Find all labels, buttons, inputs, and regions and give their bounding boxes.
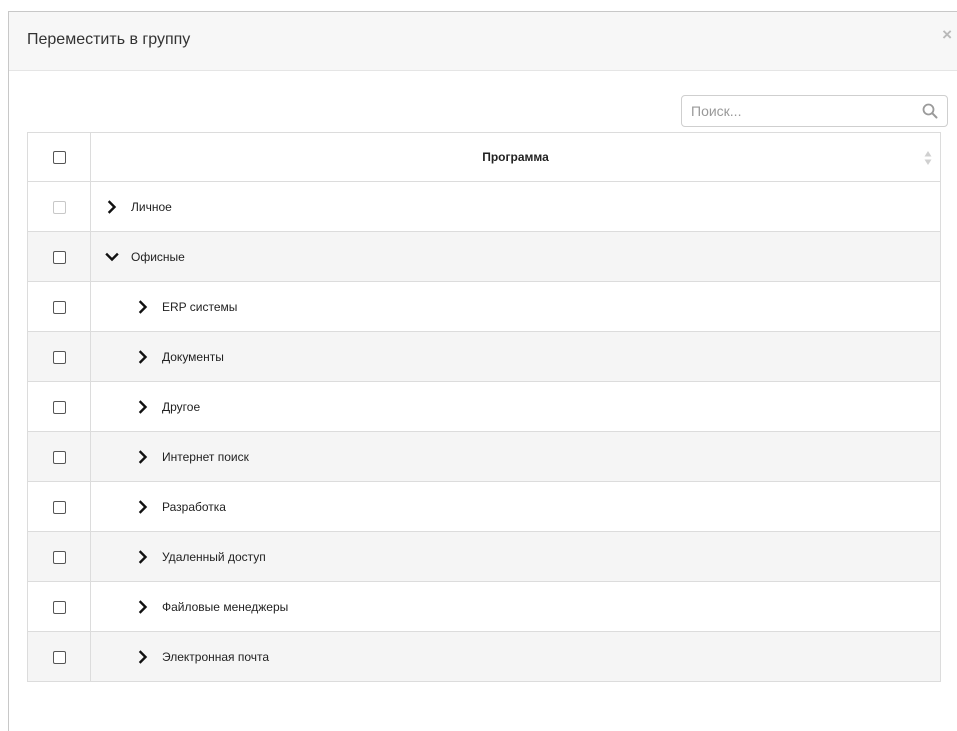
row-checkbox-cell [27, 631, 91, 682]
tree-node-label: Документы [162, 349, 224, 364]
table-row[interactable]: Другое [27, 381, 941, 432]
table-row[interactable]: Удаленный доступ [27, 531, 941, 582]
row-name-cell: Файловые менеджеры [90, 581, 941, 632]
row-checkbox[interactable] [52, 250, 66, 264]
row-checkbox [52, 200, 66, 214]
row-checkbox-cell [27, 231, 91, 282]
tree-node-label: Удаленный доступ [162, 549, 266, 564]
select-all-checkbox[interactable] [52, 151, 66, 165]
row-checkbox[interactable] [52, 400, 66, 414]
select-all-cell [27, 132, 91, 182]
tree-node-label: Электронная почта [162, 649, 270, 664]
row-name-cell: Электронная почта [90, 631, 941, 682]
chevron-right-icon[interactable] [136, 399, 150, 414]
row-checkbox-cell [27, 281, 91, 332]
tree-node: Другое [91, 383, 940, 431]
table-row[interactable]: Разработка [27, 481, 941, 532]
table-row[interactable]: Личное [27, 181, 941, 232]
tree-node-label: Файловые менеджеры [162, 599, 289, 614]
row-checkbox-cell [27, 531, 91, 582]
table-header-row: Программа [27, 132, 941, 182]
row-name-cell: Удаленный доступ [90, 531, 941, 582]
row-name-cell: Личное [90, 181, 941, 232]
close-button[interactable]: × [942, 25, 952, 45]
sort-icon[interactable] [924, 150, 932, 166]
row-name-cell: Офисные [90, 231, 941, 282]
tree-node: Документы [91, 333, 940, 381]
tree-node: Личное [91, 183, 940, 231]
chevron-right-icon[interactable] [136, 549, 150, 564]
search-box [681, 95, 948, 127]
row-checkbox-cell [27, 431, 91, 482]
chevron-right-icon[interactable] [136, 599, 150, 614]
chevron-down-icon[interactable] [105, 250, 119, 264]
search-input[interactable] [682, 96, 921, 126]
tree-node: Интернет поиск [91, 433, 940, 481]
programs-table: Программа Личное Офисные ERP системы Докуме… [27, 132, 941, 682]
row-checkbox-cell [27, 381, 91, 432]
chevron-right-icon[interactable] [136, 449, 150, 464]
chevron-right-icon[interactable] [136, 299, 150, 314]
table-row[interactable]: Электронная почта [27, 631, 941, 682]
table-row[interactable]: ERP системы [27, 281, 941, 332]
row-name-cell: Документы [90, 331, 941, 382]
chevron-right-icon[interactable] [105, 199, 119, 214]
tree-node: Файловые менеджеры [91, 583, 940, 631]
tree-node: ERP системы [91, 283, 940, 331]
row-name-cell: ERP системы [90, 281, 941, 332]
row-checkbox[interactable] [52, 450, 66, 464]
table-row[interactable]: Документы [27, 331, 941, 382]
tree-node-label: ERP системы [162, 299, 238, 314]
row-checkbox-cell [27, 331, 91, 382]
dialog-title: Переместить в группу [27, 31, 191, 48]
search-icon[interactable] [922, 103, 938, 119]
tree-node: Разработка [91, 483, 940, 531]
row-checkbox[interactable] [52, 600, 66, 614]
row-checkbox[interactable] [52, 300, 66, 314]
tree-node-label: Личное [131, 199, 172, 214]
tree-node-label: Интернет поиск [162, 449, 249, 464]
row-checkbox[interactable] [52, 500, 66, 514]
table-row[interactable]: Офисные [27, 231, 941, 282]
row-checkbox[interactable] [52, 550, 66, 564]
row-checkbox-cell [27, 581, 91, 632]
chevron-right-icon[interactable] [136, 499, 150, 514]
tree-node: Электронная почта [91, 633, 940, 681]
row-checkbox-cell [27, 181, 91, 232]
table-row[interactable]: Файловые менеджеры [27, 581, 941, 632]
row-name-cell: Другое [90, 381, 941, 432]
tree-node-label: Разработка [162, 499, 226, 514]
row-checkbox[interactable] [52, 650, 66, 664]
tree-node-label: Другое [162, 399, 201, 414]
column-header-label: Программа [482, 150, 549, 164]
tree-node: Офисные [91, 233, 940, 281]
tree-node: Удаленный доступ [91, 533, 940, 581]
row-name-cell: Интернет поиск [90, 431, 941, 482]
column-header-program[interactable]: Программа [90, 132, 941, 182]
chevron-right-icon[interactable] [136, 349, 150, 364]
row-checkbox[interactable] [52, 350, 66, 364]
tree-node-label: Офисные [131, 249, 185, 264]
table-row[interactable]: Интернет поиск [27, 431, 941, 482]
row-checkbox-cell [27, 481, 91, 532]
dialog-header: Переместить в группу × [9, 12, 957, 71]
chevron-right-icon[interactable] [136, 649, 150, 664]
row-name-cell: Разработка [90, 481, 941, 532]
